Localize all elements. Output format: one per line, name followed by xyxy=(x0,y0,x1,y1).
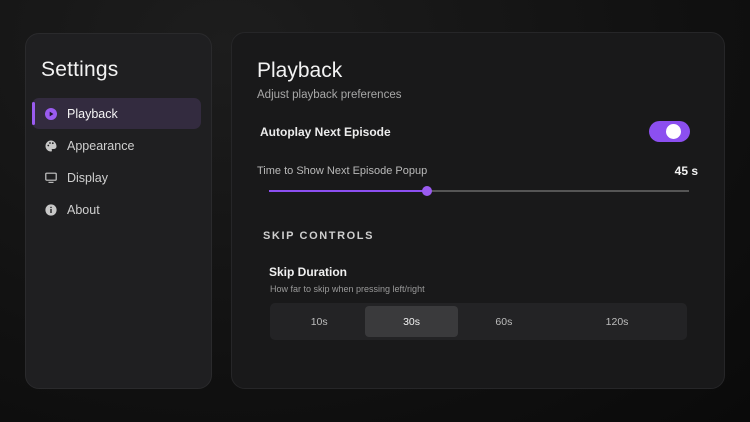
skip-option-120s[interactable]: 120s xyxy=(550,306,684,337)
playback-panel: Playback Adjust playback preferences Aut… xyxy=(231,32,725,389)
sidebar-item-label: Display xyxy=(67,170,108,185)
sidebar-item-appearance[interactable]: Appearance xyxy=(32,130,201,161)
popup-time-value: 45 s xyxy=(674,164,698,178)
section-title-skip-controls: SKIP CONTROLS xyxy=(263,230,375,242)
monitor-icon xyxy=(45,172,57,184)
skip-duration-description: How far to skip when pressing left/right xyxy=(270,284,425,294)
sidebar-title: Settings xyxy=(41,58,119,81)
sidebar-item-label: About xyxy=(67,202,100,217)
info-icon xyxy=(45,203,57,216)
autoplay-toggle[interactable] xyxy=(649,121,690,142)
sidebar-nav: Playback Appearance Display About xyxy=(32,98,201,226)
skip-option-10s[interactable]: 10s xyxy=(273,306,365,337)
page-subtitle: Adjust playback preferences xyxy=(257,89,402,101)
skip-option-60s[interactable]: 60s xyxy=(458,306,550,337)
skip-duration-selector: 10s 30s 60s 120s xyxy=(270,303,687,340)
toggle-knob xyxy=(666,124,681,139)
play-circle-icon xyxy=(45,107,57,120)
sidebar-item-label: Playback xyxy=(67,106,118,121)
slider-thumb[interactable] xyxy=(421,186,432,196)
sidebar-item-display[interactable]: Display xyxy=(32,162,201,193)
sidebar-item-label: Appearance xyxy=(67,138,135,153)
sidebar-item-about[interactable]: About xyxy=(32,194,201,225)
skip-duration-title: Skip Duration xyxy=(269,265,348,279)
page-title: Playback xyxy=(257,59,343,82)
sidebar-item-playback[interactable]: Playback xyxy=(32,98,201,129)
skip-option-30s[interactable]: 30s xyxy=(365,306,458,337)
autoplay-label: Autoplay Next Episode xyxy=(260,125,391,139)
popup-time-slider[interactable] xyxy=(269,186,689,196)
palette-icon xyxy=(45,140,57,152)
popup-time-label: Time to Show Next Episode Popup xyxy=(257,165,428,177)
settings-sidebar: Settings Playback Appearance Display Abo… xyxy=(25,33,212,389)
slider-fill xyxy=(269,190,427,192)
